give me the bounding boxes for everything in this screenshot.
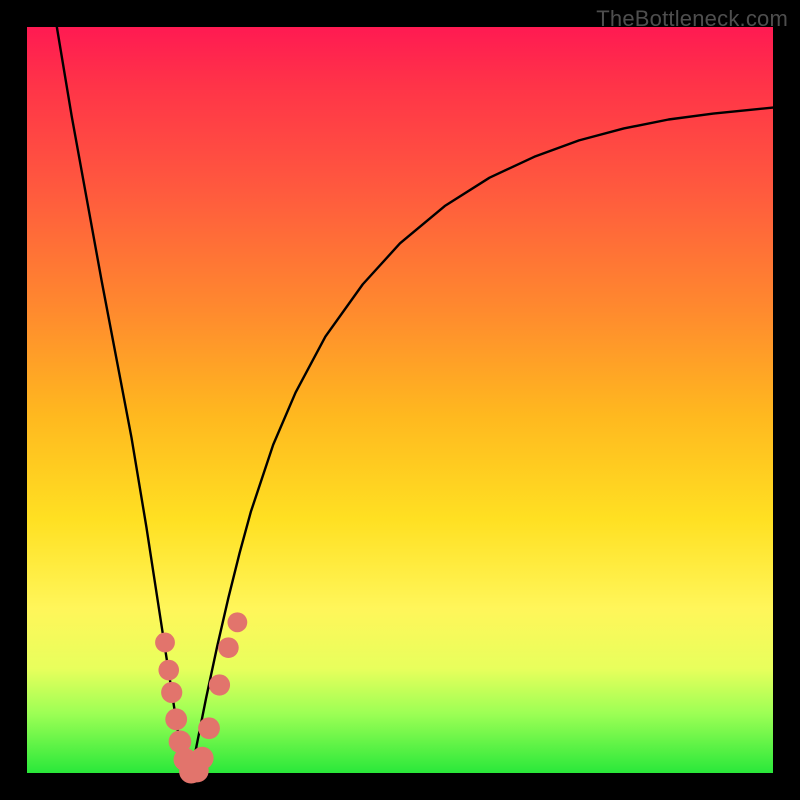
data-marker xyxy=(161,682,182,703)
plot-area xyxy=(27,27,773,773)
data-marker xyxy=(209,674,230,695)
data-marker xyxy=(218,637,239,658)
data-marker xyxy=(227,612,247,632)
data-marker xyxy=(155,633,175,653)
data-marker xyxy=(198,717,220,739)
data-marker xyxy=(158,660,179,681)
data-marker xyxy=(191,747,214,770)
curve-right-branch xyxy=(191,108,773,773)
watermark-text: TheBottleneck.com xyxy=(596,6,788,32)
curves-layer xyxy=(27,27,773,773)
data-marker xyxy=(165,708,187,730)
chart-frame: TheBottleneck.com xyxy=(0,0,800,800)
